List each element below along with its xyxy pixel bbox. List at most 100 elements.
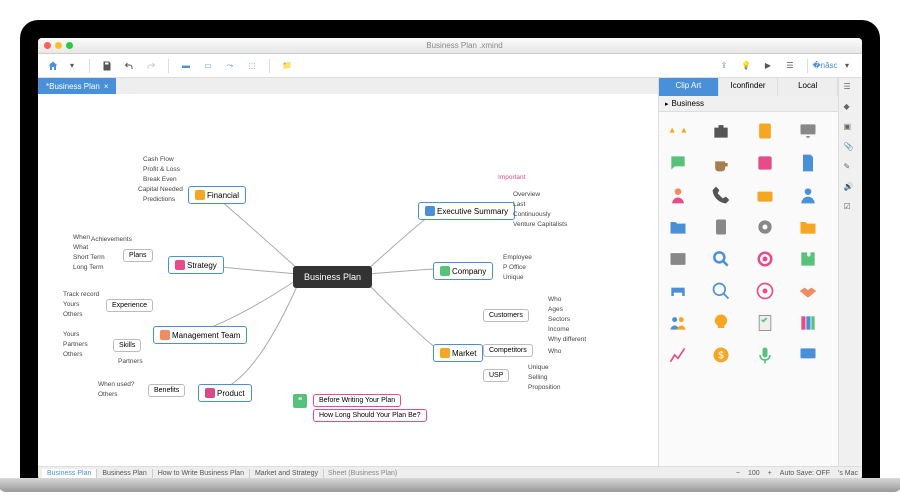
folder-icon[interactable]: 📁 [280,59,294,73]
note-before[interactable]: Before Writing Your Plan [313,394,401,407]
leaf[interactable]: Others [58,309,88,320]
sheet-tab[interactable]: Market and Strategy [250,469,324,478]
document-tab[interactable]: *Business Plan × [38,78,116,94]
tab-iconfinder[interactable]: Iconfinder [719,78,779,96]
marker-icon[interactable]: ◆ [844,102,858,116]
leaf[interactable]: Why different [543,334,591,345]
note-icon[interactable]: ✎ [844,162,858,176]
audio-icon[interactable]: 🔊 [844,182,858,196]
presentation-icon[interactable]: ▶ [761,59,775,73]
task-icon[interactable]: ☑ [844,202,858,216]
redo-icon[interactable] [144,59,158,73]
export-icon[interactable]: ⇪ [717,59,731,73]
window-minimize[interactable] [55,42,62,49]
leaf[interactable]: Long Term [68,262,109,273]
node-customers[interactable]: Customers [483,309,529,322]
support-agent-icon[interactable] [665,182,691,208]
undo-icon[interactable] [122,59,136,73]
outline-icon[interactable]: ☰ [844,82,858,96]
callout-important[interactable]: Important [493,172,530,183]
node-experience[interactable]: Experience [106,299,153,312]
node-product[interactable]: Product [198,384,252,402]
tab-local[interactable]: Local [778,78,838,96]
node-company[interactable]: Company [433,262,493,280]
tab-clipart[interactable]: Clip Art [659,78,719,96]
calculator-icon[interactable] [752,118,778,144]
idea-icon[interactable]: 💡 [739,59,753,73]
node-competitors[interactable]: Competitors [483,344,533,357]
leaf[interactable]: Others [93,389,123,400]
gantt-icon[interactable]: ☰ [783,59,797,73]
attach-icon[interactable]: 📎 [844,142,858,156]
node-plans[interactable]: Plans [123,249,153,262]
briefcase-icon[interactable] [708,118,734,144]
gear-icon[interactable] [752,214,778,240]
leaf[interactable]: Others [58,349,88,360]
home-icon[interactable] [46,59,60,73]
clipboard-icon[interactable] [708,214,734,240]
handshake-icon[interactable] [795,278,821,304]
sheet-tab[interactable]: Business Plan [42,469,97,478]
node-center[interactable]: Business Plan [293,266,372,288]
lightbulb-icon[interactable] [708,310,734,336]
save-icon[interactable] [100,59,114,73]
leaf[interactable]: Unique [498,272,529,283]
chat-icon[interactable] [665,150,691,176]
printer-icon[interactable] [665,278,691,304]
node-financial[interactable]: Financial [188,186,246,204]
leaf[interactable]: Predictions [138,194,180,205]
toolbar-menu-icon[interactable]: ▾ [840,59,854,73]
magnifier-icon[interactable] [708,246,734,272]
category-business[interactable]: Business [659,96,838,112]
close-tab-icon[interactable]: × [104,82,109,91]
sheet-tab[interactable]: How to Write Business Plan [153,469,250,478]
user-icon[interactable] [795,182,821,208]
topic-icon[interactable]: ▬ [179,59,193,73]
zoom-out-button[interactable]: − [736,470,740,477]
desktop-icon[interactable] [795,118,821,144]
document-icon[interactable] [795,150,821,176]
node-market[interactable]: Market [433,344,483,362]
sheet-tab[interactable]: Business Plan [97,469,152,478]
node-strategy[interactable]: Strategy [168,256,224,274]
books-icon[interactable] [795,310,821,336]
leaf[interactable]: Venture Capitalists [508,219,572,230]
share-icon[interactable]: �născ [818,59,832,73]
zoom-in-button[interactable]: + [768,470,772,477]
phone-icon[interactable] [708,182,734,208]
boundary-icon[interactable]: ⬚ [245,59,259,73]
leaf[interactable]: Who [543,346,566,357]
checklist-icon[interactable] [752,310,778,336]
window-close[interactable] [44,42,51,49]
microphone-icon[interactable] [752,342,778,368]
scales-icon[interactable] [665,118,691,144]
bullseye-icon[interactable] [752,278,778,304]
node-mgmt[interactable]: Management Team [153,326,247,344]
target-icon[interactable] [752,246,778,272]
people-icon[interactable] [665,310,691,336]
node-benefits[interactable]: Benefits [148,384,185,397]
node-usp[interactable]: USP [483,369,509,382]
image-tool-icon[interactable]: ▣ [844,122,858,136]
note-howlong[interactable]: How Long Should Your Plan Be? [313,409,427,422]
radio-icon[interactable] [752,182,778,208]
monitor-icon[interactable] [795,342,821,368]
window-icon[interactable] [665,246,691,272]
folder-blue-icon[interactable] [665,214,691,240]
dropdown-icon[interactable]: ▾ [65,59,79,73]
mindmap-canvas[interactable]: Business Plan Financial Cash Flow Profit… [38,94,658,466]
folder-orange-icon[interactable] [795,214,821,240]
window-maximize[interactable] [66,42,73,49]
coffee-icon[interactable] [708,150,734,176]
chart-icon[interactable] [665,342,691,368]
subtopic-icon[interactable]: ▭ [201,59,215,73]
relationship-icon[interactable]: ⤳ [223,59,237,73]
leaf[interactable]: Partners [113,356,148,367]
leaf[interactable]: Proposition [523,382,566,393]
search-icon[interactable] [708,278,734,304]
node-skills[interactable]: Skills [113,339,141,352]
puzzle-icon[interactable] [795,246,821,272]
leaf[interactable]: Achievements [86,234,137,245]
coin-icon[interactable]: $ [708,342,734,368]
abacus-icon[interactable] [752,150,778,176]
